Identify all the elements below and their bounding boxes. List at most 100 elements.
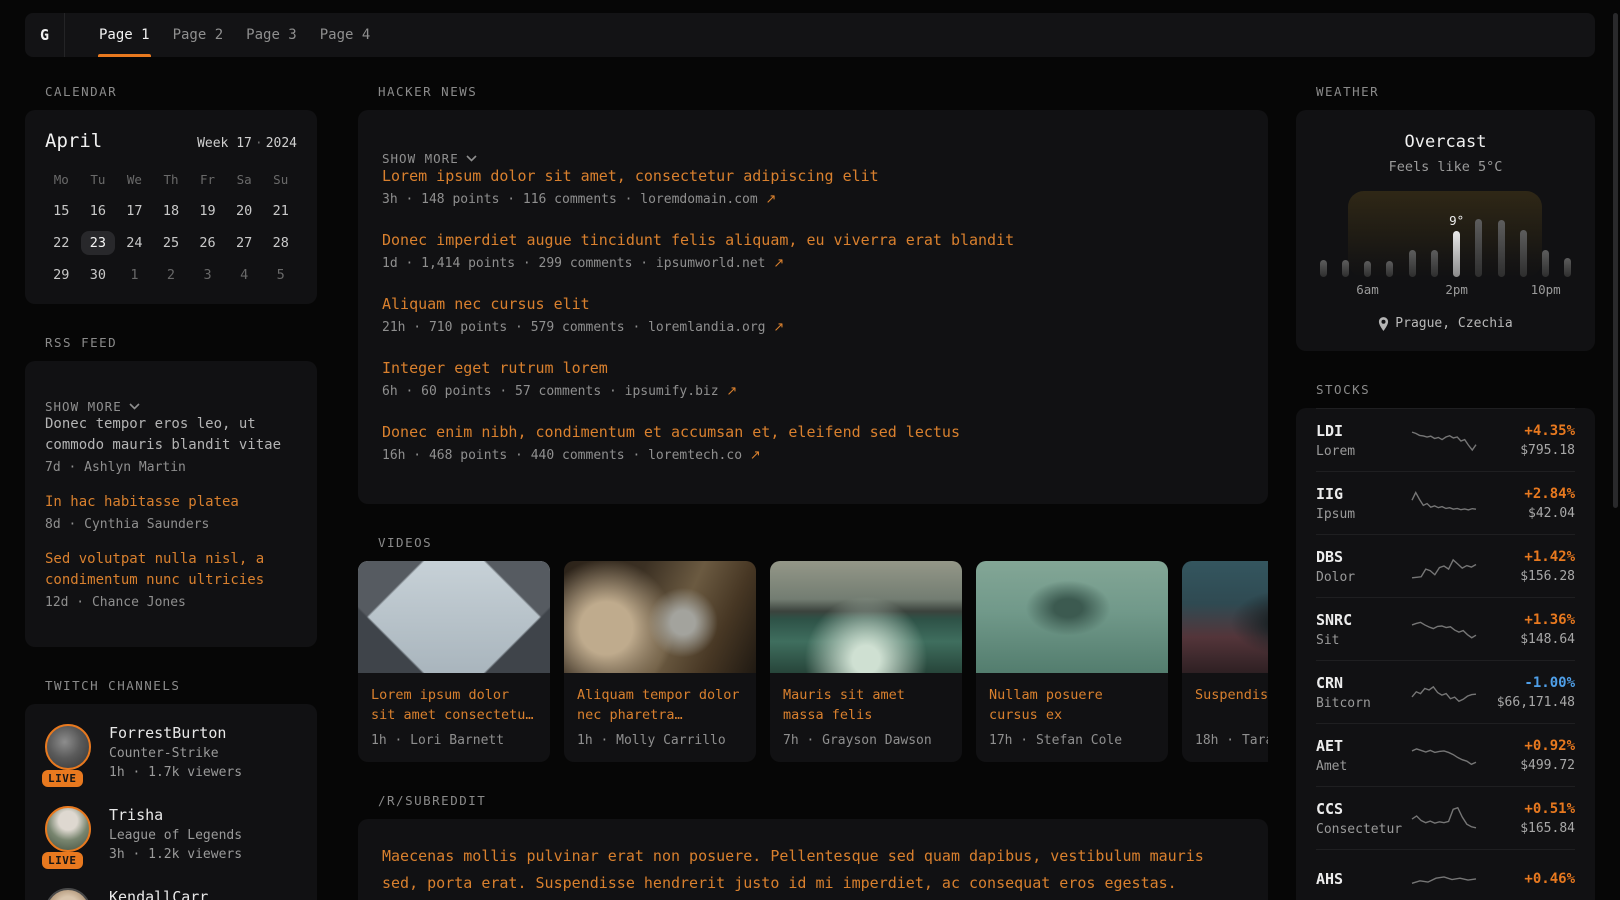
video-card[interactable]: Lorem ipsum dolor sit amet consectetu… 1… bbox=[358, 561, 550, 762]
weather-bar-column: 9° 2pm bbox=[1450, 191, 1464, 277]
live-badge: LIVE bbox=[42, 852, 83, 869]
stock-change: +0.92% bbox=[1483, 738, 1576, 754]
calendar-day: 23 bbox=[80, 227, 117, 258]
stock-name: Amet bbox=[1316, 759, 1409, 774]
external-link-icon[interactable]: ↗ bbox=[766, 192, 777, 207]
calendar-section: CALENDAR April Week 17·2024 Mo Tu We bbox=[25, 84, 317, 304]
stock-symbol: SNRC bbox=[1316, 611, 1409, 629]
external-link-icon[interactable]: ↗ bbox=[726, 384, 737, 399]
rss-item: Sed volutpat nulla nisl, a condimentum n… bbox=[45, 549, 297, 610]
video-title[interactable]: Nullam posuere cursus ex bbox=[989, 685, 1155, 725]
hackernews-item-meta-text: 21h · 710 points · 579 comments · loreml… bbox=[382, 320, 766, 335]
stock-row[interactable]: CRN Bitcorn -1.00% $66,171.48 bbox=[1316, 660, 1575, 723]
page-tab[interactable]: Page 3 bbox=[235, 13, 308, 57]
twitch-channel-row[interactable]: LIVE KendallCarr bbox=[45, 888, 297, 900]
video-card[interactable]: Mauris sit amet massa felis 7h · Grayson… bbox=[770, 561, 962, 762]
stock-change: +2.84% bbox=[1483, 486, 1576, 502]
weather-bar bbox=[1342, 260, 1349, 277]
stock-row[interactable]: SNRC Sit +1.36% $148.64 bbox=[1316, 597, 1575, 660]
video-card[interactable]: Suspendisse diam 18h · Tara bbox=[1182, 561, 1268, 762]
stock-price: $66,171.48 bbox=[1483, 695, 1576, 710]
calendar-day: 21 bbox=[262, 195, 299, 226]
twitch-channel-game: League of Legends bbox=[109, 828, 242, 843]
stock-row[interactable]: AET Amet +0.92% $499.72 bbox=[1316, 723, 1575, 786]
video-title[interactable]: Aliquam tempor dolor nec pharetra… bbox=[577, 685, 743, 725]
twitch-channel-info: ForrestBurton Counter-Strike 1h · 1.7k v… bbox=[109, 724, 242, 780]
rss-item-title[interactable]: Donec tempor eros leo, ut commodo mauris… bbox=[45, 414, 297, 456]
video-card[interactable]: Aliquam tempor dolor nec pharetra… 1h · … bbox=[564, 561, 756, 762]
stock-id: CCS Consectetur bbox=[1316, 800, 1409, 837]
calendar-day-grid: 15 16 17 18 bbox=[43, 195, 299, 290]
calendar-week-year: Week 17·2024 bbox=[197, 136, 297, 151]
video-thumbnail[interactable] bbox=[564, 561, 756, 673]
video-meta: 1h · Molly Carrillo bbox=[577, 733, 743, 748]
calendar-weekday: We bbox=[116, 164, 153, 195]
weather-location-row: Prague, Czechia bbox=[1316, 316, 1575, 331]
calendar-day-number: 24 bbox=[117, 231, 151, 255]
external-link-icon[interactable]: ↗ bbox=[773, 256, 784, 271]
weather-bar bbox=[1453, 231, 1460, 277]
rss-item-title[interactable]: In hac habitasse platea bbox=[45, 492, 297, 513]
weather-bar-column: 6am bbox=[1361, 191, 1375, 277]
calendar-section-label: CALENDAR bbox=[25, 84, 317, 99]
hackernews-item-title[interactable]: Donec enim nibh, condimentum et accumsan… bbox=[382, 422, 1244, 442]
rss-item-title[interactable]: Sed volutpat nulla nisl, a condimentum n… bbox=[45, 549, 297, 591]
stock-row[interactable]: IIG Ipsum +2.84% $42.04 bbox=[1316, 471, 1575, 534]
twitch-channel-row[interactable]: LIVE Trisha League of Legends 3h · 1.2k … bbox=[45, 806, 297, 862]
stock-sparkline bbox=[1409, 865, 1479, 897]
weather-bar-column bbox=[1427, 191, 1441, 277]
stock-price: $156.28 bbox=[1483, 569, 1576, 584]
video-thumbnail[interactable] bbox=[358, 561, 550, 673]
app-logo[interactable]: G bbox=[25, 13, 65, 57]
video-title[interactable]: Mauris sit amet massa felis bbox=[783, 685, 949, 725]
subreddit-post-title[interactable]: Maecenas mollis pulvinar erat non posuer… bbox=[382, 843, 1244, 897]
hackernews-show-more-button[interactable]: SHOW MORE bbox=[382, 151, 1244, 166]
weather-bar-column bbox=[1561, 191, 1575, 277]
hackernews-item-title[interactable]: Aliquam nec cursus elit bbox=[382, 294, 1244, 314]
stock-id: AET Amet bbox=[1316, 737, 1409, 774]
twitch-widget: LIVE ForrestBurton Counter-Strike 1h · 1… bbox=[25, 704, 317, 900]
subreddit-section: /R/SUBREDDIT Maecenas mollis pulvinar er… bbox=[358, 793, 1268, 900]
subreddit-post: Maecenas mollis pulvinar erat non posuer… bbox=[382, 843, 1244, 900]
stock-symbol: AET bbox=[1316, 737, 1409, 755]
weather-bar bbox=[1475, 219, 1482, 277]
weather-location[interactable]: Prague, Czechia bbox=[1395, 316, 1512, 331]
hackernews-item-meta-text: 16h · 468 points · 440 comments · loremt… bbox=[382, 448, 742, 463]
external-link-icon[interactable]: ↗ bbox=[750, 448, 761, 463]
stock-values: -1.00% $66,171.48 bbox=[1483, 675, 1576, 710]
hackernews-item: Aliquam nec cursus elit 21h · 710 points… bbox=[382, 294, 1244, 335]
stock-price: $42.04 bbox=[1483, 506, 1576, 521]
rss-show-more-button[interactable]: SHOW MORE bbox=[45, 399, 297, 414]
video-thumbnail[interactable] bbox=[976, 561, 1168, 673]
hackernews-item-meta-text: 1d · 1,414 points · 299 comments · ipsum… bbox=[382, 256, 766, 271]
hackernews-item-title[interactable]: Integer eget rutrum lorem bbox=[382, 358, 1244, 378]
stock-row[interactable]: CCS Consectetur +0.51% $165.84 bbox=[1316, 786, 1575, 849]
stock-row[interactable]: DBS Dolor +1.42% $156.28 bbox=[1316, 534, 1575, 597]
page-tab[interactable]: Page 4 bbox=[309, 13, 382, 57]
weather-time-label: 2pm bbox=[1445, 282, 1468, 297]
page-tab[interactable]: Page 1 bbox=[88, 13, 161, 57]
video-title[interactable]: Lorem ipsum dolor sit amet consectetu… bbox=[371, 685, 537, 725]
calendar-day: 4 bbox=[226, 259, 263, 290]
scrollbar-thumb[interactable] bbox=[1613, 13, 1618, 508]
stock-sparkline bbox=[1409, 802, 1479, 834]
weather-widget: Overcast Feels like 5°C bbox=[1296, 110, 1595, 351]
stock-row[interactable]: AHS +0.46% bbox=[1316, 849, 1575, 900]
stock-sparkline bbox=[1409, 613, 1479, 645]
video-title[interactable]: Suspendisse diam bbox=[1195, 685, 1268, 725]
stock-row[interactable]: LDI Lorem +4.35% $795.18 bbox=[1316, 408, 1575, 471]
video-thumbnail[interactable] bbox=[770, 561, 962, 673]
twitch-channel-row[interactable]: LIVE ForrestBurton Counter-Strike 1h · 1… bbox=[45, 724, 297, 780]
twitch-section-label: TWITCH CHANNELS bbox=[25, 678, 317, 693]
external-link-icon[interactable]: ↗ bbox=[773, 320, 784, 335]
video-card[interactable]: Nullam posuere cursus ex 17h · Stefan Co… bbox=[976, 561, 1168, 762]
hackernews-item-title[interactable]: Donec imperdiet augue tincidunt felis al… bbox=[382, 230, 1244, 250]
stock-values: +0.92% $499.72 bbox=[1483, 738, 1576, 773]
hackernews-item-title[interactable]: Lorem ipsum dolor sit amet, consectetur … bbox=[382, 166, 1244, 186]
weather-time-label: 10pm bbox=[1531, 282, 1561, 297]
page-tab[interactable]: Page 2 bbox=[162, 13, 235, 57]
video-thumbnail[interactable] bbox=[1182, 561, 1268, 673]
stock-id: SNRC Sit bbox=[1316, 611, 1409, 648]
map-pin-icon bbox=[1378, 317, 1389, 331]
calendar-day: 19 bbox=[189, 195, 226, 226]
